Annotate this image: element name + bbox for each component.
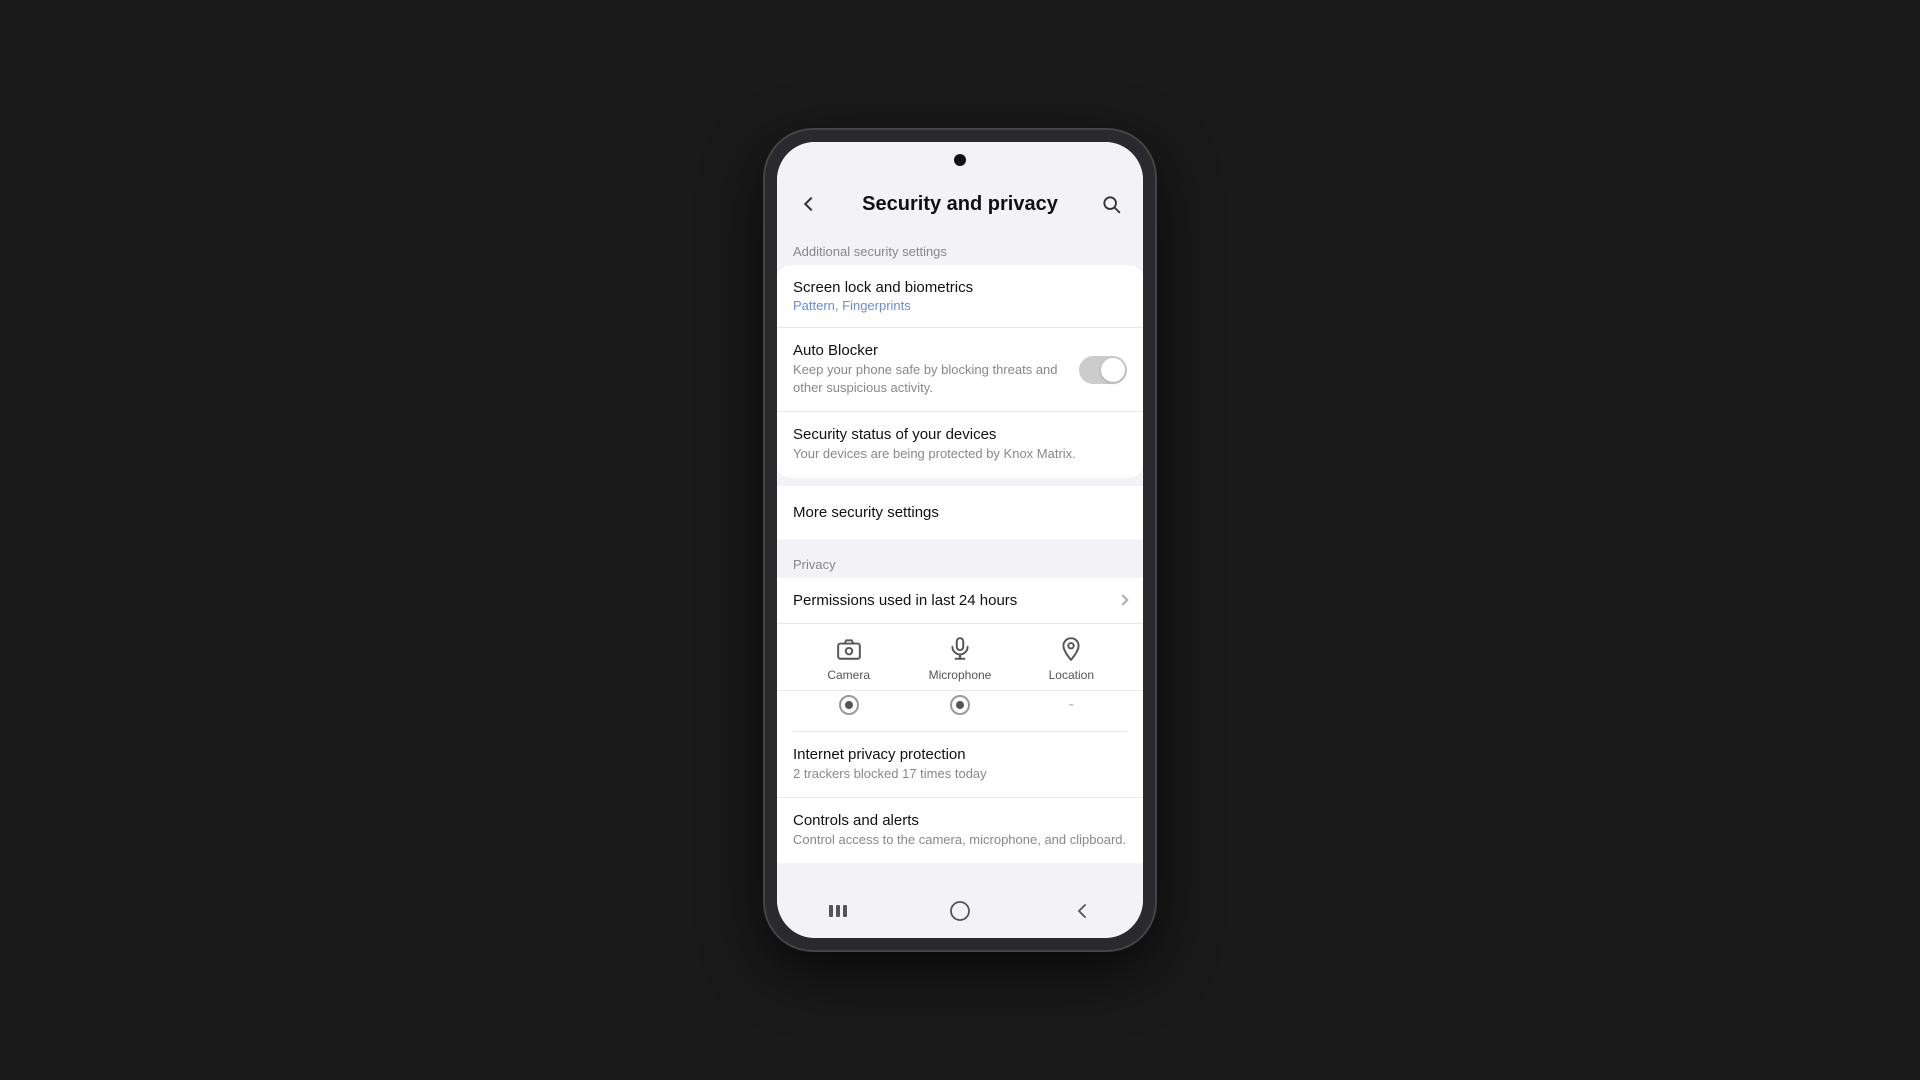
page-title: Security and privacy [862,193,1058,216]
toggle-thumb [1101,358,1125,382]
auto-blocker-item[interactable]: Auto Blocker Keep your phone safe by blo… [777,328,1143,412]
screen-lock-title: Screen lock and biometrics [793,279,1127,296]
home-icon [948,899,972,923]
bottom-nav [777,888,1143,938]
internet-privacy-item[interactable]: Internet privacy protection 2 trackers b… [777,732,1143,798]
location-icon [1058,636,1084,662]
microphone-dot-inner [956,701,964,709]
permissions-chevron-icon [1117,594,1128,605]
auto-blocker-title: Auto Blocker [793,342,1067,359]
back-arrow-icon [804,197,818,211]
internet-privacy-desc: 2 trackers blocked 17 times today [793,765,1127,783]
screen-content: Security and privacy Additional security… [777,178,1143,888]
auto-blocker-row: Auto Blocker Keep your phone safe by blo… [793,342,1127,397]
security-status-item[interactable]: Security status of your devices Your dev… [777,412,1143,477]
controls-alerts-item[interactable]: Controls and alerts Control access to th… [777,798,1143,863]
permissions-header-row[interactable]: Permissions used in last 24 hours [777,578,1143,624]
gap-2 [777,539,1143,547]
permissions-title: Permissions used in last 24 hours [793,592,1017,609]
security-status-title: Security status of your devices [793,426,1127,443]
camera-permission-item[interactable]: Camera [793,636,904,682]
auto-blocker-toggle[interactable] [1079,356,1127,384]
recent-apps-button[interactable] [818,891,858,931]
camera-label: Camera [827,668,870,682]
controls-alerts-title: Controls and alerts [793,812,1127,829]
microphone-dot-item [904,695,1015,715]
more-security-item[interactable]: More security settings [777,486,1143,539]
additional-security-label: Additional security settings [777,234,1143,265]
camera-dot [954,154,966,166]
controls-alerts-desc: Control access to the camera, microphone… [793,831,1127,849]
auto-blocker-desc: Keep your phone safe by blocking threats… [793,361,1067,397]
perm-dots-row: - [777,691,1143,731]
phone-frame: Security and privacy Additional security… [765,130,1155,950]
permissions-icons-row: Camera Microphone [777,624,1143,691]
home-button[interactable] [940,891,980,931]
privacy-label: Privacy [777,547,1143,578]
security-status-desc: Your devices are being protected by Knox… [793,445,1127,463]
screen-lock-subtitle: Pattern, Fingerprints [793,298,1127,313]
internet-privacy-title: Internet privacy protection [793,746,1127,763]
back-nav-icon [1072,901,1092,921]
gap-1 [777,478,1143,486]
camera-icon [836,636,862,662]
back-button[interactable] [793,188,825,220]
search-button[interactable] [1095,188,1127,220]
location-label: Location [1049,668,1094,682]
location-permission-item[interactable]: Location [1016,636,1127,682]
privacy-card: Permissions used in last 24 hours Camera [777,578,1143,863]
security-card-group: Screen lock and biometrics Pattern, Fing… [777,265,1143,478]
location-dash-indicator: - [1069,695,1074,715]
search-icon [1101,194,1121,214]
screen-lock-item[interactable]: Screen lock and biometrics Pattern, Fing… [777,265,1143,328]
back-nav-button[interactable] [1062,891,1102,931]
microphone-label: Microphone [929,668,992,682]
microphone-icon [947,636,973,662]
microphone-permission-item[interactable]: Microphone [904,636,1015,682]
camera-dot-item [793,695,904,715]
location-dot-item: - [1016,695,1127,715]
camera-dot-inner [845,701,853,709]
camera-dot-indicator [839,695,859,715]
top-bar: Security and privacy [777,178,1143,234]
recent-apps-icon [827,902,849,920]
phone-screen: Security and privacy Additional security… [777,142,1143,938]
microphone-dot-indicator [950,695,970,715]
more-security-title: More security settings [793,504,1127,521]
status-bar [777,142,1143,178]
